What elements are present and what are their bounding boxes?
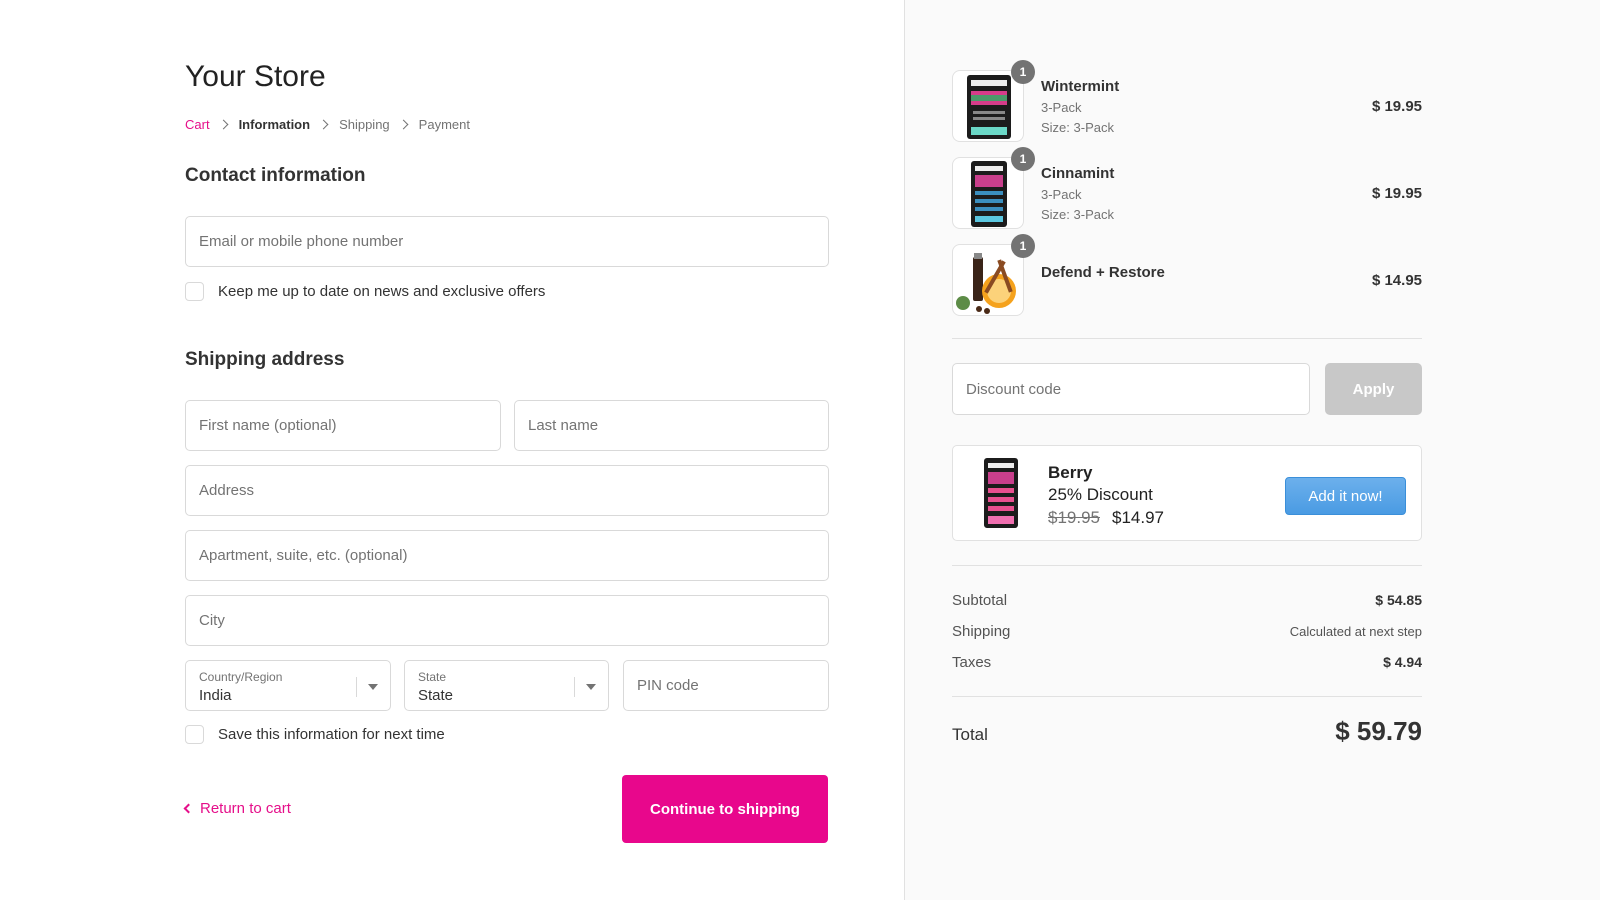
select-divider: [574, 677, 575, 697]
breadcrumb-shipping: Shipping: [339, 117, 390, 132]
item-name: Wintermint: [1041, 78, 1120, 95]
address-field[interactable]: [185, 465, 829, 516]
city-field[interactable]: [185, 595, 829, 646]
item-name: Defend + Restore: [1041, 264, 1165, 281]
checkout-main: Your Store Cart Information Shipping Pay…: [0, 0, 904, 900]
upsell-old-price: $19.95: [1048, 508, 1100, 527]
add-it-now-button[interactable]: Add it now!: [1285, 477, 1406, 515]
city-input[interactable]: [186, 596, 828, 645]
breadcrumb-information: Information: [238, 117, 311, 132]
save-info-checkbox[interactable]: [185, 725, 204, 744]
continue-to-shipping-button[interactable]: Continue to shipping: [622, 775, 828, 843]
country-value: India: [199, 687, 232, 704]
caret-down-icon: [368, 684, 378, 690]
shipping-value: Calculated at next step: [1289, 624, 1422, 639]
subtotal-value: $ 54.85: [1375, 592, 1422, 608]
caret-down-icon: [586, 684, 596, 690]
chevron-left-icon: [183, 803, 194, 814]
state-select[interactable]: State State: [404, 660, 609, 711]
order-item: 1 Cinnamint 3-Pack Size: 3-Pack $ 19.95: [952, 147, 1422, 229]
item-size: Size: 3-Pack: [1041, 207, 1114, 222]
first-name-input[interactable]: [186, 401, 500, 450]
contact-title: Contact information: [185, 165, 366, 186]
first-name-field[interactable]: [185, 400, 501, 451]
email-field[interactable]: [185, 216, 829, 267]
taxes-value: $ 4.94: [1383, 654, 1422, 670]
last-name-input[interactable]: [515, 401, 828, 450]
subtotal-row: Subtotal $ 54.85: [952, 592, 1422, 609]
quantity-badge: 1: [1011, 234, 1035, 258]
discount-code-field[interactable]: [952, 363, 1310, 415]
save-info-checkbox-row[interactable]: Save this information for next time: [185, 725, 445, 744]
item-variant: 3-Pack: [1041, 187, 1082, 202]
pin-code-input[interactable]: [624, 661, 828, 710]
chevron-right-icon: [398, 119, 409, 130]
apply-discount-button[interactable]: Apply: [1325, 363, 1422, 415]
shipping-label: Shipping: [952, 623, 1011, 640]
item-price: $ 19.95: [1371, 98, 1422, 115]
order-item: 1 Wintermint 3-Pack Size: 3-Pack $ 19.95: [952, 60, 1422, 142]
divider: [952, 696, 1422, 697]
newsletter-checkbox[interactable]: [185, 282, 204, 301]
product-image-cinnamint: [952, 157, 1024, 229]
item-size: Size: 3-Pack: [1041, 120, 1114, 135]
taxes-label: Taxes: [952, 654, 992, 671]
country-select[interactable]: Country/Region India: [185, 660, 391, 711]
apartment-input[interactable]: [186, 531, 828, 580]
total-row: Total $ 59.79: [952, 716, 1422, 747]
product-image-wintermint: [952, 70, 1024, 142]
country-label: Country/Region: [199, 670, 283, 684]
subtotal-label: Subtotal: [952, 592, 1008, 609]
chevron-right-icon: [218, 119, 229, 130]
chevron-right-icon: [318, 119, 329, 130]
upsell-card: Berry 25% Discount $19.95 $14.97 Add it …: [952, 445, 1422, 541]
item-variant: 3-Pack: [1041, 100, 1082, 115]
apartment-field[interactable]: [185, 530, 829, 581]
item-price: $ 19.95: [1371, 185, 1422, 202]
divider: [952, 338, 1422, 339]
store-title: Your Store: [185, 60, 326, 93]
divider: [952, 565, 1422, 566]
shipping-address-title: Shipping address: [185, 349, 345, 370]
upsell-name: Berry: [1048, 463, 1093, 482]
state-label: State: [418, 670, 447, 684]
total-label: Total: [952, 725, 988, 744]
item-name: Cinnamint: [1041, 165, 1115, 182]
newsletter-checkbox-row[interactable]: Keep me up to date on news and exclusive…: [185, 282, 545, 301]
discount-code-input[interactable]: [953, 364, 1309, 414]
email-input[interactable]: [186, 217, 828, 266]
product-image-defend-restore: [952, 244, 1024, 316]
breadcrumb-payment: Payment: [418, 117, 470, 132]
upsell-discount: 25% Discount: [1048, 485, 1153, 504]
upsell-new-price: $14.97: [1112, 508, 1164, 527]
breadcrumb: Cart Information Shipping Payment: [185, 117, 470, 132]
save-info-label: Save this information for next time: [218, 726, 445, 743]
taxes-row: Taxes $ 4.94: [952, 654, 1422, 671]
state-value: State: [418, 687, 454, 704]
product-image-berry: [965, 456, 1037, 530]
return-to-cart-link[interactable]: Return to cart: [183, 800, 291, 817]
total-value: $ 59.79: [1335, 716, 1422, 746]
select-divider: [356, 677, 357, 697]
quantity-badge: 1: [1011, 60, 1035, 84]
address-input[interactable]: [186, 466, 828, 515]
breadcrumb-cart[interactable]: Cart: [185, 117, 210, 132]
item-price: $ 14.95: [1371, 272, 1422, 289]
last-name-field[interactable]: [514, 400, 829, 451]
newsletter-label: Keep me up to date on news and exclusive…: [218, 283, 546, 300]
return-to-cart-label: Return to cart: [200, 800, 291, 817]
shipping-row: Shipping Calculated at next step: [952, 623, 1422, 640]
order-item: 1 Defend + Restore $ 14.95: [952, 234, 1422, 316]
pin-code-field[interactable]: [623, 660, 829, 711]
quantity-badge: 1: [1011, 147, 1035, 171]
